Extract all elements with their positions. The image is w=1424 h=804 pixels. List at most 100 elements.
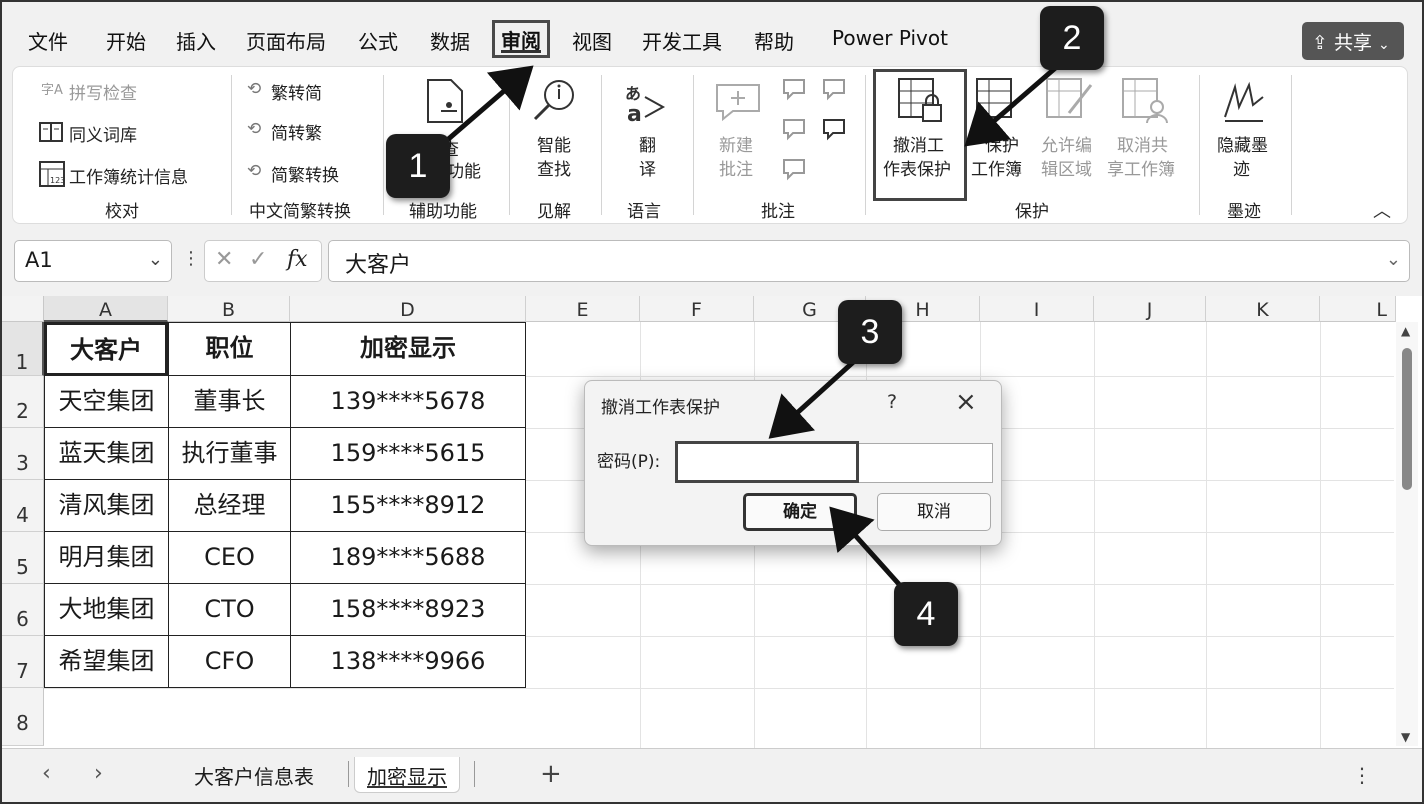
sheet-tab-customer-info[interactable]: 大客户信息表 bbox=[182, 757, 326, 793]
column-header-i[interactable]: I bbox=[980, 296, 1094, 322]
table-cell[interactable]: 138****9966 bbox=[290, 635, 526, 688]
next-comment-icon[interactable] bbox=[781, 117, 807, 141]
column-header-k[interactable]: K bbox=[1206, 296, 1320, 322]
excel-window: 文件 开始 插入 页面布局 公式 数据 审阅 视图 开发工具 帮助 Power … bbox=[0, 0, 1424, 804]
more-options-icon[interactable]: ⋮ bbox=[182, 248, 200, 269]
formula-input[interactable]: 大客户 ⌄ bbox=[328, 240, 1410, 282]
table-cell[interactable]: 天空集团 bbox=[44, 375, 169, 428]
menu-data[interactable]: 数据 bbox=[430, 26, 470, 55]
menu-help[interactable]: 帮助 bbox=[754, 26, 794, 55]
column-header-j[interactable]: J bbox=[1094, 296, 1206, 322]
sheet-tab-encrypted[interactable]: 加密显示 bbox=[354, 757, 460, 793]
vertical-scrollbar[interactable]: ▲ ▼ bbox=[1396, 322, 1418, 746]
prev-comment-icon[interactable] bbox=[821, 77, 847, 101]
prev-sheet-icon[interactable]: ‹ bbox=[42, 761, 51, 786]
table-cell[interactable]: 189****5688 bbox=[290, 531, 526, 584]
chevron-down-icon: ⌄ bbox=[147, 249, 163, 270]
more-options-icon[interactable]: ⋮ bbox=[1352, 763, 1372, 787]
table-cell[interactable]: 清风集团 bbox=[44, 479, 169, 532]
menu-developer[interactable]: 开发工具 bbox=[642, 26, 722, 55]
add-sheet-icon[interactable]: + bbox=[540, 759, 562, 789]
table-cell[interactable]: 董事长 bbox=[168, 375, 291, 428]
table-cell[interactable]: 明月集团 bbox=[44, 531, 169, 584]
next-sheet-icon[interactable]: › bbox=[94, 761, 103, 786]
allow-edit-ranges-icon bbox=[1046, 78, 1093, 118]
callout-badge-3: 3 bbox=[838, 300, 902, 364]
table-cell[interactable]: 总经理 bbox=[168, 479, 291, 532]
menu-home[interactable]: 开始 bbox=[106, 26, 146, 55]
unprotect-sheet-dialog: 撤消工作表保护 ? × 密码(P): 确定 取消 bbox=[584, 380, 1002, 546]
menu-page-layout[interactable]: 页面布局 bbox=[246, 26, 326, 55]
cancel-button[interactable]: 取消 bbox=[877, 493, 991, 531]
group-label-accessibility: 辅助功能 bbox=[409, 202, 477, 222]
ribbon-separator bbox=[1199, 75, 1200, 215]
collapse-ribbon-icon[interactable]: ︿ bbox=[1373, 197, 1391, 223]
hide-ink-line2: 迹 bbox=[1233, 160, 1250, 180]
smart-lookup-line2: 查找 bbox=[537, 160, 571, 180]
comment-pane-icon[interactable] bbox=[781, 157, 807, 181]
row-header-7[interactable]: 7 bbox=[2, 636, 44, 688]
column-header-a[interactable]: A bbox=[44, 296, 168, 322]
spell-check-label: 拼写检查 bbox=[69, 84, 137, 104]
menu-insert[interactable]: 插入 bbox=[176, 26, 216, 55]
name-box[interactable]: A1 ⌄ bbox=[14, 240, 172, 282]
table-cell[interactable]: 蓝天集团 bbox=[44, 427, 169, 480]
cell-d1[interactable]: 加密显示 bbox=[290, 322, 526, 376]
cell-a1[interactable]: 大客户 bbox=[44, 322, 168, 376]
expand-formula-icon[interactable]: ⌄ bbox=[1386, 249, 1401, 270]
menu-file[interactable]: 文件 bbox=[28, 26, 68, 55]
row-header-2[interactable]: 2 bbox=[2, 376, 44, 428]
table-cell[interactable]: 155****8912 bbox=[290, 479, 526, 532]
chevron-down-icon: ⌄ bbox=[1378, 37, 1390, 53]
scroll-up-icon[interactable]: ▲ bbox=[1401, 324, 1410, 338]
scroll-down-icon[interactable]: ▼ bbox=[1401, 730, 1410, 744]
column-header-b[interactable]: B bbox=[168, 296, 290, 322]
password-field[interactable] bbox=[677, 443, 993, 483]
svg-text:あ: あ bbox=[625, 84, 641, 103]
cancel-icon[interactable]: ✕ bbox=[215, 247, 233, 272]
row-header-5[interactable]: 5 bbox=[2, 532, 44, 584]
unshare-workbook-line2: 享工作簿 bbox=[1107, 160, 1175, 180]
row-header-6[interactable]: 6 bbox=[2, 584, 44, 636]
delete-comment-icon[interactable] bbox=[781, 77, 807, 101]
cell-b1[interactable]: 职位 bbox=[168, 322, 291, 376]
row-header-1[interactable]: 1 bbox=[2, 322, 44, 376]
column-header-f[interactable]: F bbox=[640, 296, 754, 322]
table-cell[interactable]: 139****5678 bbox=[290, 375, 526, 428]
share-button[interactable]: ⇪ 共享 ⌄ bbox=[1302, 22, 1404, 60]
trad-to-simp-icon: ⟲ bbox=[247, 79, 262, 99]
menu-view[interactable]: 视图 bbox=[572, 26, 612, 55]
ok-button[interactable]: 确定 bbox=[743, 493, 857, 531]
confirm-icon[interactable]: ✓ bbox=[249, 247, 267, 272]
spell-check-icon: 字A bbox=[41, 83, 63, 98]
row-header-8[interactable]: 8 bbox=[2, 688, 44, 746]
table-cell[interactable]: CEO bbox=[168, 531, 291, 584]
table-cell[interactable]: CTO bbox=[168, 583, 291, 636]
close-icon[interactable]: × bbox=[955, 387, 977, 417]
menu-power-pivot[interactable]: Power Pivot bbox=[832, 26, 948, 50]
column-header-l[interactable]: L bbox=[1320, 296, 1396, 322]
ribbon-separator bbox=[383, 75, 384, 215]
select-all-corner[interactable] bbox=[2, 296, 44, 322]
row-header-4[interactable]: 4 bbox=[2, 480, 44, 532]
table-cell[interactable]: 希望集团 bbox=[44, 635, 169, 688]
show-comments-icon[interactable] bbox=[821, 117, 847, 141]
group-label-chinese: 中文简繁转换 bbox=[249, 202, 351, 222]
column-header-e[interactable]: E bbox=[526, 296, 640, 322]
new-comment-line2: 批注 bbox=[719, 160, 753, 180]
help-icon[interactable]: ? bbox=[887, 391, 897, 413]
table-cell[interactable]: 执行董事 bbox=[168, 427, 291, 480]
table-cell[interactable]: 159****5615 bbox=[290, 427, 526, 480]
menu-review[interactable]: 审阅 bbox=[492, 20, 550, 58]
highlight-box bbox=[873, 69, 967, 201]
menu-bar: 文件 开始 插入 页面布局 公式 数据 审阅 视图 开发工具 帮助 Power … bbox=[2, 2, 1422, 64]
menu-formulas[interactable]: 公式 bbox=[358, 26, 398, 55]
scrollbar-thumb[interactable] bbox=[1402, 348, 1412, 490]
column-header-d[interactable]: D bbox=[290, 296, 526, 322]
insert-function-icon[interactable]: fx bbox=[287, 247, 308, 272]
callout-badge-4: 4 bbox=[894, 582, 958, 646]
table-cell[interactable]: CFO bbox=[168, 635, 291, 688]
table-cell[interactable]: 大地集团 bbox=[44, 583, 169, 636]
table-cell[interactable]: 158****8923 bbox=[290, 583, 526, 636]
row-header-3[interactable]: 3 bbox=[2, 428, 44, 480]
